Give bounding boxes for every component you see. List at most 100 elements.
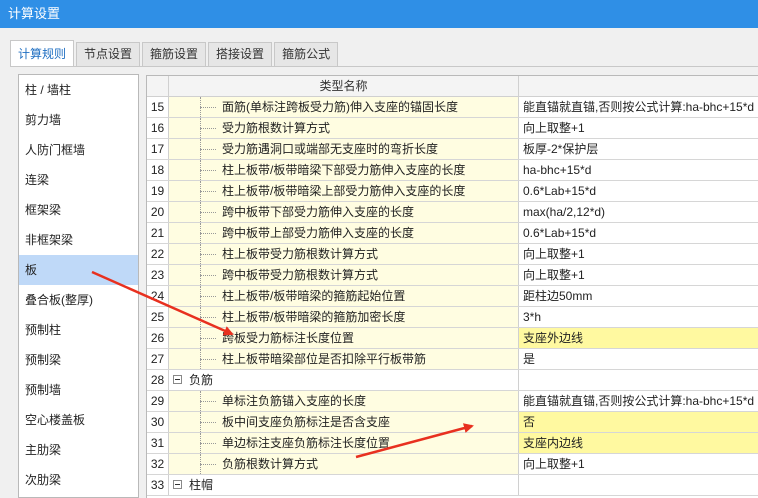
sidebar-item-secondary-rib-beam[interactable]: 次肋梁 — [19, 465, 138, 495]
value-header — [519, 76, 758, 96]
setting-value-cell[interactable]: 向上取整+1 — [519, 244, 758, 264]
sidebar-item-precast-wall[interactable]: 预制墙 — [19, 375, 138, 405]
sidebar-item-coupling-beam[interactable]: 连梁 — [19, 165, 138, 195]
table-group-row[interactable]: 28 负筋 — [147, 370, 758, 391]
setting-name-label: 单边标注支座负筋标注长度位置 — [222, 436, 391, 450]
row-number: 33 — [147, 475, 169, 495]
setting-name-label: 跨中板带下部受力筋伸入支座的长度 — [222, 205, 415, 219]
tree-guide-branch — [200, 107, 216, 108]
table-group-row[interactable]: 33 柱帽 — [147, 475, 758, 496]
tab-stirrup-formula[interactable]: 箍筋公式 — [274, 42, 339, 66]
setting-value-cell[interactable]: 0.6*Lab+15*d — [519, 181, 758, 201]
setting-value-cell[interactable]: 向上取整+1 — [519, 118, 758, 138]
setting-name: 柱帽 — [169, 475, 519, 495]
component-list: 柱 / 墙柱 剪力墙 人防门框墙 连梁 框架梁 非框架梁 板 叠合板(整厚) 预… — [18, 74, 139, 498]
setting-value-cell[interactable]: 向上取整+1 — [519, 454, 758, 474]
table-row[interactable]: 16 受力筋根数计算方式 向上取整+1 — [147, 118, 758, 139]
tree-guide-branch — [200, 170, 216, 171]
tree-guide-branch — [200, 443, 216, 444]
setting-value-cell[interactable]: 能直锚就直锚,否则按公式计算:ha-bhc+15*d — [519, 97, 758, 117]
setting-value-cell[interactable]: 否 — [519, 412, 758, 432]
setting-name: 柱上板带受力筋根数计算方式 — [169, 244, 519, 264]
setting-name: 跨板受力筋标注长度位置 — [169, 328, 519, 348]
tree-guide-branch — [200, 464, 216, 465]
table-row[interactable]: 30 板中间支座负筋标注是否含支座 否 — [147, 412, 758, 433]
sidebar-item-column[interactable]: 柱 / 墙柱 — [19, 75, 138, 105]
sidebar-item-frame-beam[interactable]: 框架梁 — [19, 195, 138, 225]
setting-name-label: 受力筋遇洞口或端部无支座时的弯折长度 — [222, 142, 439, 156]
row-number: 16 — [147, 118, 169, 138]
collapse-toggle-icon[interactable] — [173, 480, 182, 489]
setting-value-cell[interactable]: ha-bhc+15*d — [519, 160, 758, 180]
setting-value-cell[interactable]: 支座外边线 — [519, 328, 758, 348]
table-row[interactable]: 20 跨中板带下部受力筋伸入支座的长度 max(ha/2,12*d) — [147, 202, 758, 223]
row-number: 23 — [147, 265, 169, 285]
setting-value-cell[interactable]: 距柱边50mm — [519, 286, 758, 306]
tab-calc-rules[interactable]: 计算规则 — [10, 40, 75, 66]
setting-value-cell[interactable]: 向上取整+1 — [519, 265, 758, 285]
row-number: 20 — [147, 202, 169, 222]
table-row[interactable]: 21 跨中板带上部受力筋伸入支座的长度 0.6*Lab+15*d — [147, 223, 758, 244]
sidebar-item-shear-wall[interactable]: 剪力墙 — [19, 105, 138, 135]
sidebar-item-main-rib-beam[interactable]: 主肋梁 — [19, 435, 138, 465]
table-row[interactable]: 24 柱上板带/板带暗梁的箍筋起始位置 距柱边50mm — [147, 286, 758, 307]
table-row[interactable]: 15 面筋(单标注跨板受力筋)伸入支座的锚固长度 能直锚就直锚,否则按公式计算:ha… — [147, 97, 758, 118]
setting-name: 受力筋根数计算方式 — [169, 118, 519, 138]
setting-name: 单边标注支座负筋标注长度位置 — [169, 433, 519, 453]
setting-name: 跨中板带受力筋根数计算方式 — [169, 265, 519, 285]
setting-name-label: 柱上板带/板带暗梁的箍筋起始位置 — [222, 289, 406, 303]
setting-name: 板中间支座负筋标注是否含支座 — [169, 412, 519, 432]
setting-name-label: 面筋(单标注跨板受力筋)伸入支座的锚固长度 — [222, 100, 458, 114]
row-number: 26 — [147, 328, 169, 348]
table-row[interactable]: 17 受力筋遇洞口或端部无支座时的弯折长度 板厚-2*保护层 — [147, 139, 758, 160]
table-row[interactable]: 23 跨中板带受力筋根数计算方式 向上取整+1 — [147, 265, 758, 286]
setting-name: 负筋 — [169, 370, 519, 390]
tab-divider — [10, 66, 758, 67]
tree-guide-branch — [200, 401, 216, 402]
row-number: 19 — [147, 181, 169, 201]
sidebar-item-non-frame-beam[interactable]: 非框架梁 — [19, 225, 138, 255]
sidebar-item-composite-slab[interactable]: 叠合板(整厚) — [19, 285, 138, 315]
setting-value-cell[interactable]: max(ha/2,12*d) — [519, 202, 758, 222]
setting-value-cell[interactable]: 能直锚就直锚,否则按公式计算:ha-bhc+15*d — [519, 391, 758, 411]
setting-value-cell[interactable]: 是 — [519, 349, 758, 369]
setting-value-cell[interactable]: 3*h — [519, 307, 758, 327]
table-row[interactable]: 19 柱上板带/板带暗梁上部受力筋伸入支座的长度 0.6*Lab+15*d — [147, 181, 758, 202]
table-row[interactable]: 27 柱上板带暗梁部位是否扣除平行板带筋 是 — [147, 349, 758, 370]
setting-name: 负筋根数计算方式 — [169, 454, 519, 474]
table-row[interactable]: 29 单标注负筋锚入支座的长度 能直锚就直锚,否则按公式计算:ha-bhc+15*d — [147, 391, 758, 412]
collapse-toggle-icon[interactable] — [173, 375, 182, 384]
sidebar-item-precast-beam[interactable]: 预制梁 — [19, 345, 138, 375]
tab-lap-settings[interactable]: 搭接设置 — [208, 42, 273, 66]
row-number: 28 — [147, 370, 169, 390]
row-number: 15 — [147, 97, 169, 117]
row-number: 29 — [147, 391, 169, 411]
tree-guide-branch — [200, 191, 216, 192]
setting-value-cell[interactable]: 板厚-2*保护层 — [519, 139, 758, 159]
setting-name: 柱上板带/板带暗梁的箍筋起始位置 — [169, 286, 519, 306]
setting-name-label: 受力筋根数计算方式 — [222, 121, 331, 135]
tab-node-settings[interactable]: 节点设置 — [76, 42, 141, 66]
table-row[interactable]: 26 跨板受力筋标注长度位置 支座外边线 — [147, 328, 758, 349]
table-row[interactable]: 31 单边标注支座负筋标注长度位置 支座内边线 — [147, 433, 758, 454]
row-number: 21 — [147, 223, 169, 243]
row-number: 22 — [147, 244, 169, 264]
setting-value-cell[interactable]: 0.6*Lab+15*d — [519, 223, 758, 243]
sidebar-item-precast-column[interactable]: 预制柱 — [19, 315, 138, 345]
sidebar-item-hollow-slab[interactable]: 空心楼盖板 — [19, 405, 138, 435]
table-row[interactable]: 22 柱上板带受力筋根数计算方式 向上取整+1 — [147, 244, 758, 265]
row-number: 24 — [147, 286, 169, 306]
sidebar-item-civil-defense-door-wall[interactable]: 人防门框墙 — [19, 135, 138, 165]
sidebar-item-slab[interactable]: 板 — [19, 255, 138, 285]
setting-name-label: 跨中板带受力筋根数计算方式 — [222, 268, 379, 282]
table-row[interactable]: 18 柱上板带/板带暗梁下部受力筋伸入支座的长度 ha-bhc+15*d — [147, 160, 758, 181]
setting-name: 跨中板带下部受力筋伸入支座的长度 — [169, 202, 519, 222]
setting-name: 柱上板带暗梁部位是否扣除平行板带筋 — [169, 349, 519, 369]
setting-name-label: 柱上板带受力筋根数计算方式 — [222, 247, 379, 261]
row-number: 25 — [147, 307, 169, 327]
table-row[interactable]: 25 柱上板带/板带暗梁的箍筋加密长度 3*h — [147, 307, 758, 328]
setting-value-cell[interactable]: 支座内边线 — [519, 433, 758, 453]
setting-name: 面筋(单标注跨板受力筋)伸入支座的锚固长度 — [169, 97, 519, 117]
tab-stirrup-settings[interactable]: 箍筋设置 — [142, 42, 207, 66]
table-row[interactable]: 32 负筋根数计算方式 向上取整+1 — [147, 454, 758, 475]
